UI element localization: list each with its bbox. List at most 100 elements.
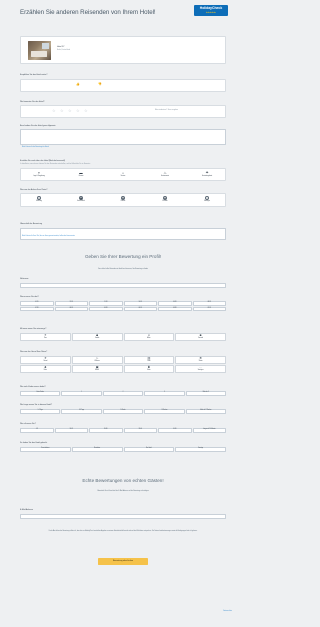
review-title-question: Überschrift der Bewertung bbox=[20, 223, 42, 225]
city-icon: ▥ bbox=[147, 356, 151, 361]
duration-option[interactable]: 2 Wochen bbox=[144, 409, 185, 414]
description-hint[interactable]: Mehr Kriterien für die Bewertung des Hot… bbox=[22, 147, 49, 149]
month-option[interactable]: 01.19 bbox=[20, 301, 54, 306]
briefcase-icon: ▣ bbox=[79, 196, 83, 200]
purpose-option[interactable]: ♨ Wellness bbox=[71, 356, 123, 364]
month-option[interactable]: 05.18 bbox=[89, 306, 123, 311]
purpose-option[interactable]: ▣ Arbeit bbox=[71, 365, 123, 373]
reason-option[interactable]: ♟ Familie bbox=[108, 196, 138, 203]
star-icon[interactable]: ☆ bbox=[60, 109, 64, 113]
age-option[interactable]: -18 bbox=[20, 428, 54, 433]
age-option[interactable]: 26-30 bbox=[89, 428, 123, 433]
kids-option[interactable]: Mehr als 3 bbox=[185, 391, 226, 396]
review-title-hint[interactable]: Mehr Kriterien für Ihren Titel, die von … bbox=[22, 236, 75, 238]
submit-button[interactable]: Bewertung abschicken bbox=[98, 558, 148, 565]
purpose-option[interactable]: ♣ Natur bbox=[20, 365, 71, 373]
reason-option[interactable]: ☻ Freunde bbox=[150, 196, 180, 203]
with-option[interactable]: ☻ Freunde bbox=[175, 333, 226, 341]
holidaycheck-logo[interactable]: HolidayCheck ★★★★★ bbox=[194, 5, 228, 16]
purpose-option[interactable]: ☀ Strand bbox=[20, 356, 71, 364]
month-option[interactable]: 07.18 bbox=[20, 306, 54, 311]
age-option[interactable]: 19-25 bbox=[54, 428, 88, 433]
footer-privacy-link[interactable]: Datenschutz bbox=[223, 611, 232, 613]
month-option[interactable]: 09.18 bbox=[158, 301, 192, 306]
month-option[interactable]: 12.18 bbox=[54, 301, 88, 306]
thumbs-down-icon[interactable]: 👎 bbox=[98, 82, 102, 87]
family-icon: ♟ bbox=[95, 333, 99, 338]
review-title-input[interactable] bbox=[20, 228, 226, 240]
other-icon: … bbox=[199, 365, 203, 370]
kids-option[interactable]: 1 bbox=[61, 391, 102, 396]
purpose-option[interactable]: ❄ Winter bbox=[175, 356, 226, 364]
age-option[interactable]: 41-50 bbox=[158, 428, 192, 433]
booked-option[interactable]: Reisebüro bbox=[71, 447, 123, 452]
star-icon[interactable]: ☆ bbox=[52, 109, 56, 113]
purpose-options: ☀ Strand ♨ Wellness ▥ Stadt ❄ Winter ♣ Natur … bbox=[20, 356, 226, 373]
month-option[interactable]: 02.18 bbox=[192, 306, 226, 311]
recommend-card bbox=[20, 79, 226, 92]
purpose-option[interactable]: … Sonstiges bbox=[175, 365, 226, 373]
single-icon: ☺ bbox=[147, 333, 151, 338]
purpose-label: Was war der Grund Ihrer Reise? bbox=[20, 351, 48, 353]
aspect-option[interactable]: ⌂ Service bbox=[108, 171, 138, 178]
purpose-option[interactable]: ▥ Stadt bbox=[123, 356, 175, 364]
logo-text: HolidayCheck bbox=[199, 6, 223, 11]
reason-question: Was war der Anlass Ihrer Reise? bbox=[20, 189, 48, 191]
with-options: ⚭ Paar ♟ Familie ☺ Allein ☻ Freunde bbox=[20, 333, 226, 341]
kids-option[interactable]: 3 bbox=[144, 391, 185, 396]
aspect-option[interactable]: ♨ Gastronomie bbox=[150, 171, 180, 178]
duration-options: 1-2 Tage 3-5 Tage 1 Woche 2 Wochen Mehr … bbox=[20, 409, 226, 414]
reason-option[interactable]: ☺ Erholung bbox=[24, 196, 54, 203]
reason-option[interactable]: ▣ Geschäftlich bbox=[66, 196, 96, 203]
nickname-input[interactable] bbox=[20, 283, 226, 288]
kids-label: Wie viele Kinder waren dabei? bbox=[20, 386, 46, 388]
month-option[interactable]: 03.18 bbox=[158, 306, 192, 311]
work-icon: ▣ bbox=[95, 365, 99, 370]
booked-option[interactable]: Nur Hotel bbox=[123, 447, 175, 452]
friends-icon: ☻ bbox=[163, 196, 167, 200]
email-label: E-Mail-Adresse bbox=[20, 509, 33, 511]
age-option[interactable]: 31-40 bbox=[123, 428, 157, 433]
legal-text: Durch Abschicken der Bewertung erkläre i… bbox=[48, 531, 198, 532]
description-textarea[interactable] bbox=[20, 129, 226, 145]
duration-option[interactable]: 1 Woche bbox=[102, 409, 144, 414]
aspect-option[interactable]: ☂ Freizeitangebote bbox=[192, 171, 222, 178]
kids-option[interactable]: Keine Kinder bbox=[20, 391, 61, 396]
month-option[interactable]: 08.18 bbox=[192, 301, 226, 306]
month-option[interactable]: 06.18 bbox=[54, 306, 88, 311]
couple-icon: ⚭ bbox=[44, 333, 47, 338]
month-option[interactable]: 04.18 bbox=[123, 306, 157, 311]
profile-sub: Diese Infos helfen Reisenden mit ähnlich… bbox=[98, 269, 148, 270]
with-option[interactable]: ⚭ Paar bbox=[20, 333, 71, 341]
with-option[interactable]: ☺ Allein bbox=[123, 333, 175, 341]
aspects-sub: Je detaillierter, umso besser können Sie… bbox=[20, 164, 91, 165]
duration-option[interactable]: Mehr als 2 Wochen bbox=[185, 409, 226, 414]
booked-option[interactable]: Pauschalreise bbox=[20, 447, 71, 452]
aspect-option[interactable]: ⌖ Lage & Umgebung bbox=[24, 171, 54, 178]
booked-option[interactable]: Sonstige bbox=[175, 447, 226, 452]
hotel-name: Hotel XY bbox=[57, 46, 65, 48]
duration-option[interactable]: 3-5 Tage bbox=[61, 409, 102, 414]
star-icon[interactable]: ☆ bbox=[68, 109, 72, 113]
hotel-image bbox=[28, 41, 51, 60]
bell-icon: ⌂ bbox=[121, 170, 125, 175]
friends-icon: ☻ bbox=[199, 333, 203, 338]
food-icon: ♨ bbox=[163, 170, 167, 175]
star-icon[interactable]: ☆ bbox=[76, 109, 80, 113]
kids-option[interactable]: 2 bbox=[102, 391, 144, 396]
email-input[interactable] bbox=[20, 514, 226, 519]
reason-options: ☺ Erholung ▣ Geschäftlich ♟ Familie ☻ Freund… bbox=[24, 196, 222, 203]
with-option[interactable]: ♟ Familie bbox=[71, 333, 123, 341]
age-option[interactable]: Länger als 50 Monate bbox=[192, 428, 226, 433]
star-icon[interactable]: ☆ bbox=[84, 109, 88, 113]
month-option[interactable]: 11.18 bbox=[89, 301, 123, 306]
review-page: Erzählen Sie anderen Reisenden von Ihrem… bbox=[0, 0, 246, 627]
aspects-options: ⌖ Lage & Umgebung ▬ Zimmer ⌂ Service ♨ Gastr… bbox=[24, 171, 222, 178]
month-option[interactable]: 10.18 bbox=[123, 301, 157, 306]
thumbs-up-icon[interactable]: 👍 bbox=[76, 82, 80, 87]
family-icon: ♟ bbox=[121, 196, 125, 200]
aspect-option[interactable]: ▬ Zimmer bbox=[66, 171, 96, 178]
duration-option[interactable]: 1-2 Tage bbox=[20, 409, 61, 414]
purpose-option[interactable]: ♜ Kultur bbox=[123, 365, 175, 373]
reason-option[interactable]: … Sonstiges bbox=[192, 196, 222, 203]
